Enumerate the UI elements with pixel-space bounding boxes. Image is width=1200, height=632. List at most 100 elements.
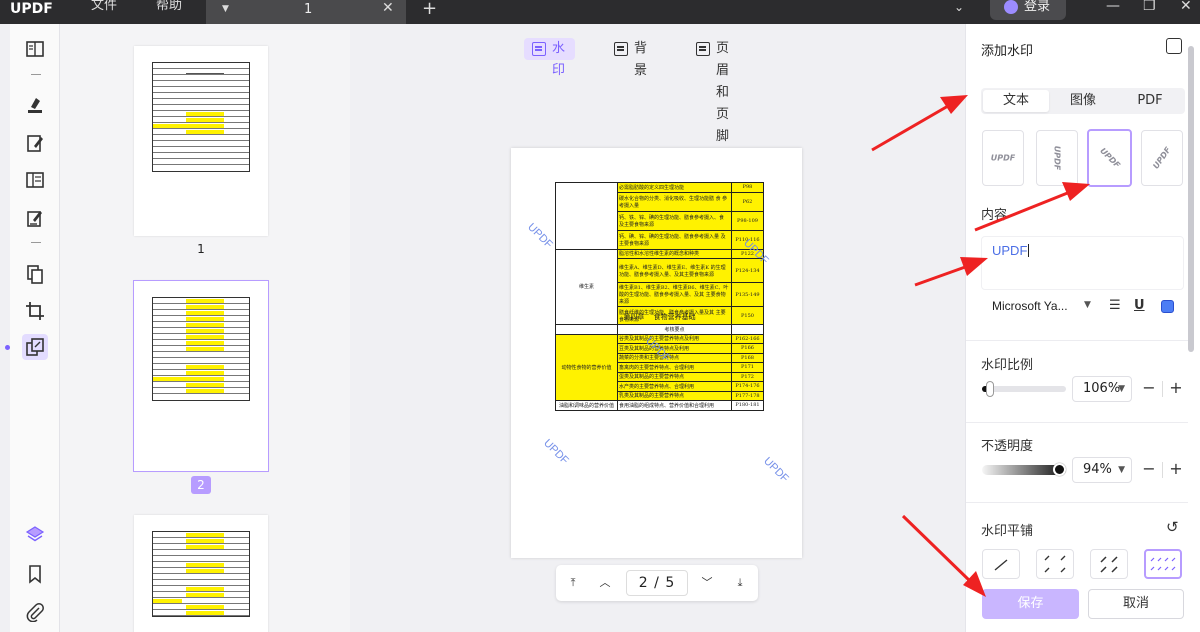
tab-dropdown-icon[interactable]: ▼ [222, 4, 229, 14]
document-tab[interactable]: ▼ 1 ✕ [206, 0, 406, 24]
close-window-icon[interactable]: ✕ [1180, 0, 1192, 14]
thumbnail-label: 1 [197, 242, 205, 256]
underline-icon[interactable]: U [1134, 298, 1145, 313]
thumbnail-table [152, 62, 250, 172]
login-label: 登录 [1024, 0, 1051, 14]
divider [966, 340, 1188, 341]
tab-background[interactable]: 背景 [606, 38, 647, 78]
tile-dense-option[interactable] [1144, 549, 1182, 579]
content-value: UPDF [992, 243, 1028, 258]
watermark-style-horizontal[interactable]: UPDF [982, 130, 1024, 186]
thumbnail-label-selected: 2 [191, 476, 211, 494]
divider [966, 502, 1188, 503]
panel-title: 添加水印 [981, 44, 1034, 59]
opacity-increase-button[interactable]: + [1163, 457, 1189, 483]
page-thumbnail[interactable] [134, 515, 268, 632]
last-page-icon[interactable]: ⤓ [731, 574, 749, 592]
tile-medium-option[interactable] [1090, 549, 1128, 579]
reader-icon[interactable] [24, 38, 46, 60]
tab-text[interactable]: 文本 [983, 90, 1049, 112]
scale-decrease-button[interactable]: − [1136, 376, 1162, 402]
page-thumbnail[interactable] [134, 46, 268, 236]
font-select[interactable]: Microsoft Ya... [992, 299, 1068, 313]
header-footer-icon [696, 42, 710, 56]
scale-select[interactable]: 106% ▼ [1072, 376, 1132, 402]
tab-image[interactable]: 图像 [1050, 90, 1116, 112]
opacity-select[interactable]: 94% ▼ [1072, 457, 1132, 483]
page-thumbnail-selected[interactable] [133, 280, 269, 472]
tile-single-option[interactable] [982, 549, 1020, 579]
tile-label: 水印平铺 [981, 524, 1034, 539]
align-icon[interactable]: ☰ [1109, 298, 1121, 313]
fill-sign-icon[interactable] [24, 207, 46, 229]
exit-icon[interactable] [1166, 38, 1182, 54]
login-button[interactable]: 登录 [990, 0, 1066, 20]
page-navigator: ⤒ ︿ 2 / 5 ﹀ ⤓ [556, 565, 758, 601]
cancel-button[interactable]: 取消 [1088, 589, 1184, 619]
save-button[interactable]: 保存 [982, 589, 1079, 619]
watermark-style-diagonal-down[interactable]: UPDF [1087, 129, 1132, 187]
maximize-icon[interactable]: ❐ [1143, 0, 1156, 14]
menu-file[interactable]: 文件 [91, 0, 117, 24]
new-tab-icon[interactable]: + [422, 0, 437, 19]
page-tools-icon[interactable] [22, 334, 48, 360]
watermark-preview: UPDF [541, 437, 571, 467]
chevron-down-icon: ▼ [1118, 384, 1125, 394]
scale-slider-knob[interactable] [986, 381, 995, 397]
form-icon[interactable] [24, 169, 46, 191]
organize-pages-icon[interactable] [24, 263, 46, 285]
user-avatar-icon [1004, 0, 1018, 14]
opacity-slider-knob[interactable] [1052, 463, 1066, 476]
tab-header-footer[interactable]: 页眉和页脚 [688, 38, 729, 144]
watermark-settings-panel: 添加水印 文本 图像 PDF UPDF UPDF UPDF UPDF 内容 UP… [965, 24, 1200, 632]
scale-slider[interactable] [982, 381, 1066, 397]
page-number-input[interactable]: 2 / 5 [626, 570, 688, 596]
content-label: 内容 [981, 208, 1008, 223]
pdf-page[interactable]: 必需脂肪酸的定义四生理功能 P98 碳水化合物的分类、消化吸收、生理功能膳 食 参… [511, 148, 802, 558]
thumbnail-panel: 1 2 [60, 24, 350, 632]
chapter-heading: 第四章 食物营养基础 [623, 313, 696, 321]
attachment-icon[interactable] [24, 601, 46, 623]
chevron-down-icon[interactable]: ⌄ [954, 0, 964, 14]
watermark-content-input[interactable]: UPDF [981, 236, 1184, 290]
panel-scrollbar[interactable] [1188, 46, 1194, 352]
opacity-label: 不透明度 [981, 439, 1034, 454]
crop-icon[interactable] [24, 300, 46, 322]
title-bar: UPDF 文件 帮助 ▼ 1 ✕ + ⌄ 登录 — ❐ ✕ [0, 0, 1200, 24]
edit-pdf-icon[interactable] [24, 132, 46, 154]
reset-icon[interactable]: ↺ [1166, 518, 1179, 536]
document-view: 水印 背景 页眉和页脚 必需脂肪酸的定义四生理功能 P98 碳水化合物的分类、消化… [350, 24, 965, 632]
opacity-slider[interactable] [982, 463, 1066, 476]
app-logo: UPDF [10, 1, 53, 17]
menu-help[interactable]: 帮助 [156, 0, 182, 24]
font-toolbar: Microsoft Ya... ▼ ☰ U [981, 294, 1184, 320]
background-icon [614, 42, 628, 56]
opacity-decrease-button[interactable]: − [1136, 457, 1162, 483]
watermark-type-tabs: 文本 图像 PDF [981, 88, 1185, 114]
tile-sparse-option[interactable] [1036, 549, 1074, 579]
comment-highlighter-icon[interactable] [24, 94, 46, 116]
tab-pdf[interactable]: PDF [1117, 90, 1183, 112]
chevron-down-icon[interactable]: ▼ [1084, 300, 1091, 310]
tab-close-icon[interactable]: ✕ [382, 0, 394, 16]
watermark-preview: UPDF [525, 221, 555, 251]
tab-title: 1 [304, 2, 313, 17]
layers-icon[interactable] [24, 524, 46, 546]
chevron-down-icon: ▼ [1118, 465, 1125, 475]
watermark-preview: UPDF [761, 455, 791, 485]
watermark-style-diagonal-up[interactable]: UPDF [1141, 130, 1183, 186]
divider [966, 422, 1188, 423]
bookmark-icon[interactable] [24, 563, 46, 585]
thumbnail-table [152, 297, 250, 401]
scale-label: 水印比例 [981, 358, 1034, 373]
prev-page-icon[interactable]: ︿ [596, 574, 614, 592]
left-toolbar [10, 24, 60, 632]
watermark-style-vertical[interactable]: UPDF [1036, 130, 1078, 186]
scale-increase-button[interactable]: + [1163, 376, 1189, 402]
color-picker[interactable] [1161, 300, 1174, 313]
first-page-icon[interactable]: ⤒ [564, 574, 582, 592]
toolbar-divider [31, 74, 41, 75]
next-page-icon[interactable]: ﹀ [698, 574, 716, 592]
tab-watermark[interactable]: 水印 [524, 38, 576, 78]
minimize-icon[interactable]: — [1106, 0, 1120, 14]
